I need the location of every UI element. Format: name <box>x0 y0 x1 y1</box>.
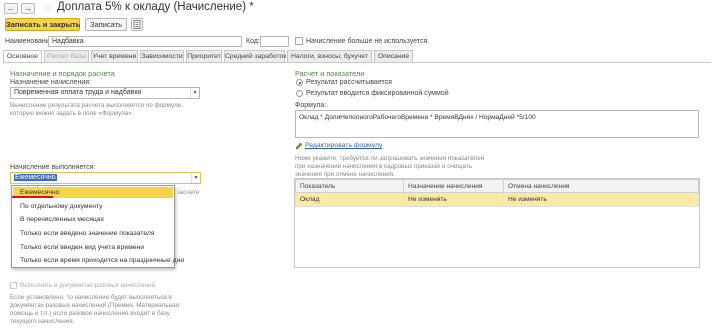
unused-checkbox[interactable] <box>295 37 303 45</box>
indicators-table-frame: Показатель Назначение начисления Отмена … <box>294 178 700 268</box>
radio-fixed-sum[interactable] <box>296 90 303 97</box>
title-bar: ← → ☆ Доплата 5% к окладу (Начисление) * <box>0 0 714 16</box>
radio-calculated[interactable] <box>296 79 303 86</box>
col-assign[interactable]: Назначение начисления <box>403 179 504 193</box>
dropdown-item-time-type[interactable]: Только если введен вид учета времени <box>13 242 173 253</box>
red-underline-annotation <box>12 196 53 198</box>
dropdown-item-listed-months[interactable]: В перечисленных месяцах <box>13 214 173 225</box>
purpose-label: Назначение начисления: <box>10 79 91 86</box>
arrow-left-icon: ← <box>7 4 15 13</box>
docs-hint: Если установлено, то начисление будет вы… <box>10 294 180 325</box>
unused-label: Начисление больше не используется <box>306 38 428 45</box>
col-indicator[interactable]: Показатель <box>295 179 404 193</box>
edit-formula-pencil-icon[interactable] <box>295 142 303 152</box>
dropdown-item-indicator-value[interactable]: Только если введено значение показателя <box>13 228 173 239</box>
docs-checkbox[interactable] <box>10 282 17 289</box>
radio-calculated-label: Результат рассчитывается <box>306 79 392 86</box>
window-title: Доплата 5% к окладу (Начисление) * <box>57 1 254 13</box>
cell-indicator[interactable]: Оклад <box>295 192 404 207</box>
executed-select[interactable]: Ежемесячно ▼ <box>10 172 201 184</box>
executed-select-value: Ежемесячно <box>14 174 57 181</box>
favorite-star-icon[interactable]: ☆ <box>43 1 53 14</box>
cell-assign[interactable]: Не изменять <box>403 192 504 207</box>
name-input[interactable]: Надбавка <box>48 36 242 47</box>
indicators-hint: Ниже укажите, требуется ли запрашивать з… <box>295 155 485 178</box>
code-input[interactable] <box>260 36 289 47</box>
executed-hint-tail: засчете <box>177 189 200 196</box>
radio-fixed-sum-label: Результат вводится фиксированной суммой <box>306 90 449 97</box>
arrow-right-icon: → <box>24 4 32 13</box>
save-and-close-button[interactable]: Записать и закрыть <box>5 18 80 31</box>
purpose-select[interactable]: Повременная оплата труда и надбавки ▼ <box>10 87 200 99</box>
docs-checkbox-label: Выполнять в документах разовых начислени… <box>20 282 156 289</box>
chevron-down-icon[interactable]: ▼ <box>191 173 200 183</box>
report-button[interactable] <box>131 18 143 31</box>
indicators-table: Показатель Назначение начисления Отмена … <box>295 179 699 207</box>
chevron-down-icon[interactable]: ▼ <box>190 88 199 98</box>
save-button[interactable]: Записать <box>85 18 127 31</box>
tab-divider <box>3 62 711 63</box>
back-button[interactable]: ← <box>4 3 18 14</box>
purpose-section-title: Назначение и порядок расчета <box>10 69 115 78</box>
dropdown-item-separate-document[interactable]: По отдельному документу <box>13 201 173 212</box>
code-label: Код: <box>246 38 260 45</box>
table-row[interactable]: Оклад Не изменять Не изменять <box>295 192 699 207</box>
cell-cancel[interactable]: Не изменять <box>503 192 699 207</box>
formula-label: Формула: <box>295 102 327 109</box>
formula-input[interactable]: Оклад * ДоляНеполногоРабочегоВремени * В… <box>295 110 699 138</box>
dropdown-item-holidays[interactable]: Только если время приходится на празднич… <box>13 255 184 266</box>
purpose-select-value: Повременная оплата труда и надбавки <box>14 89 142 96</box>
executed-label: Начисление выполняется: <box>10 164 96 171</box>
col-cancel[interactable]: Отмена начисления <box>503 179 699 193</box>
edit-formula-link[interactable]: Редактировать формулу <box>305 142 382 149</box>
purpose-hint: Вычисление результата расчета выполняетс… <box>10 102 184 117</box>
calc-section-title: Расчет и показатели <box>295 69 365 78</box>
forward-button[interactable]: → <box>21 3 35 14</box>
report-icon <box>133 20 141 29</box>
